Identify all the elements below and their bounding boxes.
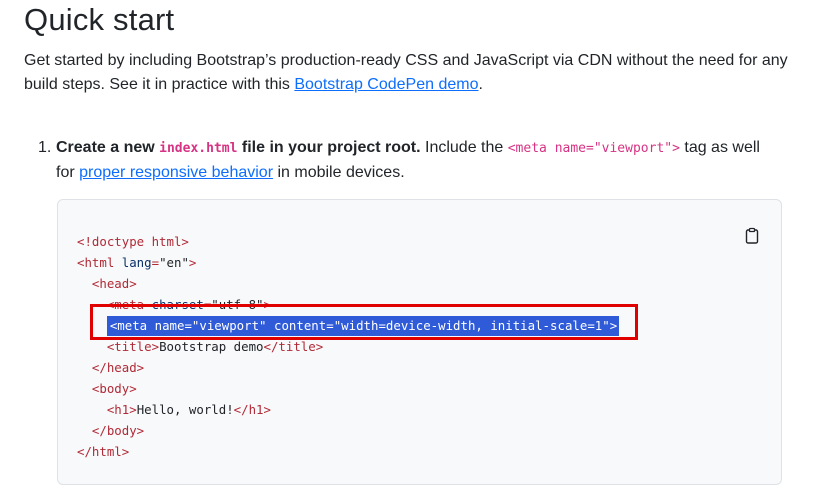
step-text-2: tag as well bbox=[679, 139, 760, 156]
responsive-behavior-link[interactable]: proper responsive behavior bbox=[79, 164, 273, 181]
code-block[interactable]: <!doctype html> <html lang="en"> <head> <… bbox=[57, 199, 782, 485]
code-line: <!doctype html> bbox=[77, 234, 189, 249]
code-line: <body> bbox=[91, 381, 137, 396]
inline-code-filename: index.html bbox=[159, 141, 238, 156]
annotation-highlight-box bbox=[90, 304, 638, 340]
intro-paragraph: Get started by including Bootstrap’s pro… bbox=[24, 49, 794, 97]
code-line: <html lang="en"> bbox=[77, 255, 197, 270]
inline-code-meta: <meta name="viewport"> bbox=[507, 141, 680, 156]
code-content[interactable]: <!doctype html> <html lang="en"> <head> <… bbox=[77, 231, 620, 462]
code-line: <h1>Hello, world!</h1> bbox=[106, 402, 271, 417]
step-bold-text: Create a new index.html file in your pro… bbox=[56, 139, 421, 156]
intro-text-end: . bbox=[478, 76, 483, 93]
step-number: 1. bbox=[38, 139, 52, 156]
page-title: Quick start bbox=[24, 2, 175, 37]
codepen-demo-link[interactable]: Bootstrap CodePen demo bbox=[294, 76, 478, 93]
code-line: </head> bbox=[91, 360, 145, 375]
step-bold-2: file in your project root. bbox=[237, 139, 421, 156]
code-line: <head> bbox=[91, 276, 137, 291]
step-text-3: for bbox=[56, 164, 80, 181]
code-line: </body> bbox=[91, 423, 145, 438]
step-text-1: Include the bbox=[420, 139, 508, 156]
code-line: </html> bbox=[77, 444, 130, 459]
step-bold-1: Create a new bbox=[56, 139, 160, 156]
step-1: 1. Create a new index.html file in your p… bbox=[38, 136, 788, 185]
step-line-2: for proper responsive behavior in mobile… bbox=[38, 161, 788, 185]
step-text-4: in mobile devices. bbox=[273, 164, 405, 181]
clipboard-icon[interactable] bbox=[743, 227, 761, 245]
